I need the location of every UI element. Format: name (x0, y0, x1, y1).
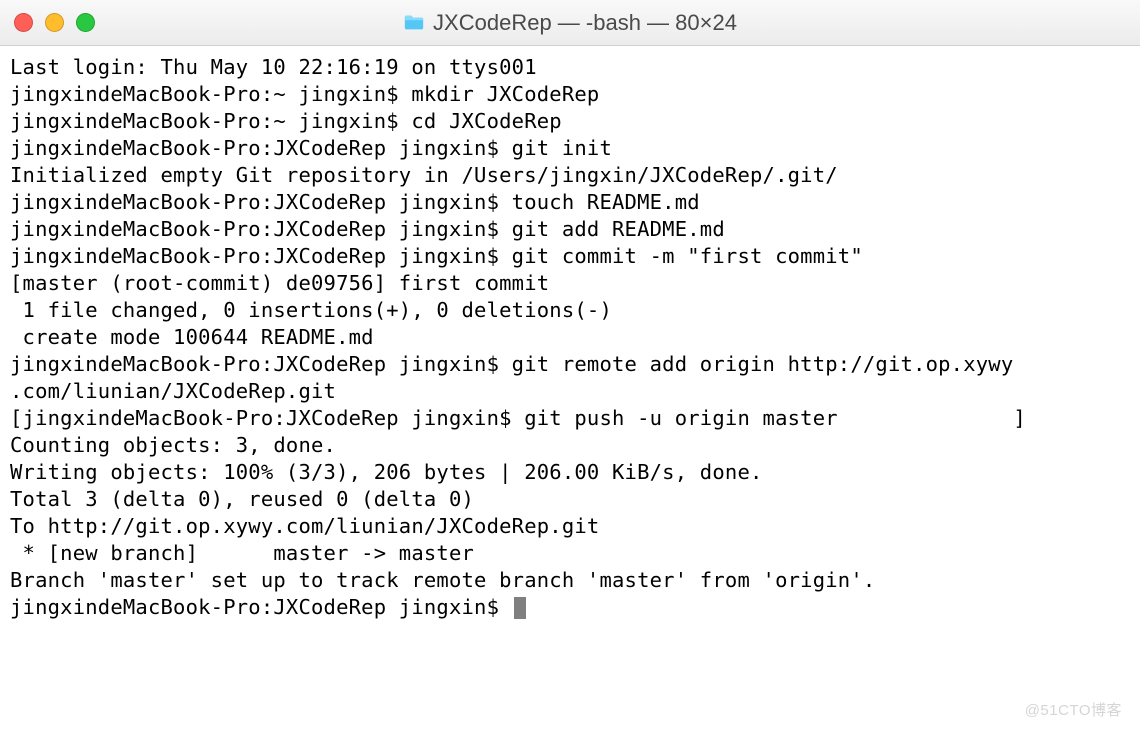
close-button[interactable] (14, 13, 33, 32)
terminal-line: jingxindeMacBook-Pro:~ jingxin$ cd JXCod… (10, 108, 1130, 135)
terminal-window: JXCodeRep — -bash — 80×24 Last login: Th… (0, 0, 1140, 732)
terminal-cursor (514, 597, 526, 619)
terminal-line: jingxindeMacBook-Pro:JXCodeRep jingxin$ … (10, 135, 1130, 162)
folder-icon (403, 12, 425, 34)
terminal-line: 1 file changed, 0 insertions(+), 0 delet… (10, 297, 1130, 324)
window-title: JXCodeRep — -bash — 80×24 (403, 10, 737, 36)
terminal-line: Last login: Thu May 10 22:16:19 on ttys0… (10, 54, 1130, 81)
terminal-line: jingxindeMacBook-Pro:~ jingxin$ mkdir JX… (10, 81, 1130, 108)
terminal-line: Counting objects: 3, done. (10, 432, 1130, 459)
watermark: @51CTO博客 (1025, 699, 1122, 720)
terminal-line: jingxindeMacBook-Pro:JXCodeRep jingxin$ (10, 594, 1130, 621)
minimize-button[interactable] (45, 13, 64, 32)
terminal-line: [jingxindeMacBook-Pro:JXCodeRep jingxin$… (10, 405, 1130, 432)
terminal-line: jingxindeMacBook-Pro:JXCodeRep jingxin$ … (10, 189, 1130, 216)
traffic-lights (14, 0, 95, 45)
terminal-line: jingxindeMacBook-Pro:JXCodeRep jingxin$ … (10, 243, 1130, 270)
terminal-line: jingxindeMacBook-Pro:JXCodeRep jingxin$ … (10, 351, 1130, 378)
terminal-line: .com/liunian/JXCodeRep.git (10, 378, 1130, 405)
window-title-text: JXCodeRep — -bash — 80×24 (433, 10, 737, 36)
terminal-line: [master (root-commit) de09756] first com… (10, 270, 1130, 297)
terminal-line: Writing objects: 100% (3/3), 206 bytes |… (10, 459, 1130, 486)
terminal-line: Initialized empty Git repository in /Use… (10, 162, 1130, 189)
terminal-line: create mode 100644 README.md (10, 324, 1130, 351)
terminal-body[interactable]: Last login: Thu May 10 22:16:19 on ttys0… (0, 46, 1140, 732)
titlebar[interactable]: JXCodeRep — -bash — 80×24 (0, 0, 1140, 46)
terminal-line: Total 3 (delta 0), reused 0 (delta 0) (10, 486, 1130, 513)
terminal-line: Branch 'master' set up to track remote b… (10, 567, 1130, 594)
terminal-line: jingxindeMacBook-Pro:JXCodeRep jingxin$ … (10, 216, 1130, 243)
terminal-line: To http://git.op.xywy.com/liunian/JXCode… (10, 513, 1130, 540)
terminal-line: * [new branch] master -> master (10, 540, 1130, 567)
zoom-button[interactable] (76, 13, 95, 32)
